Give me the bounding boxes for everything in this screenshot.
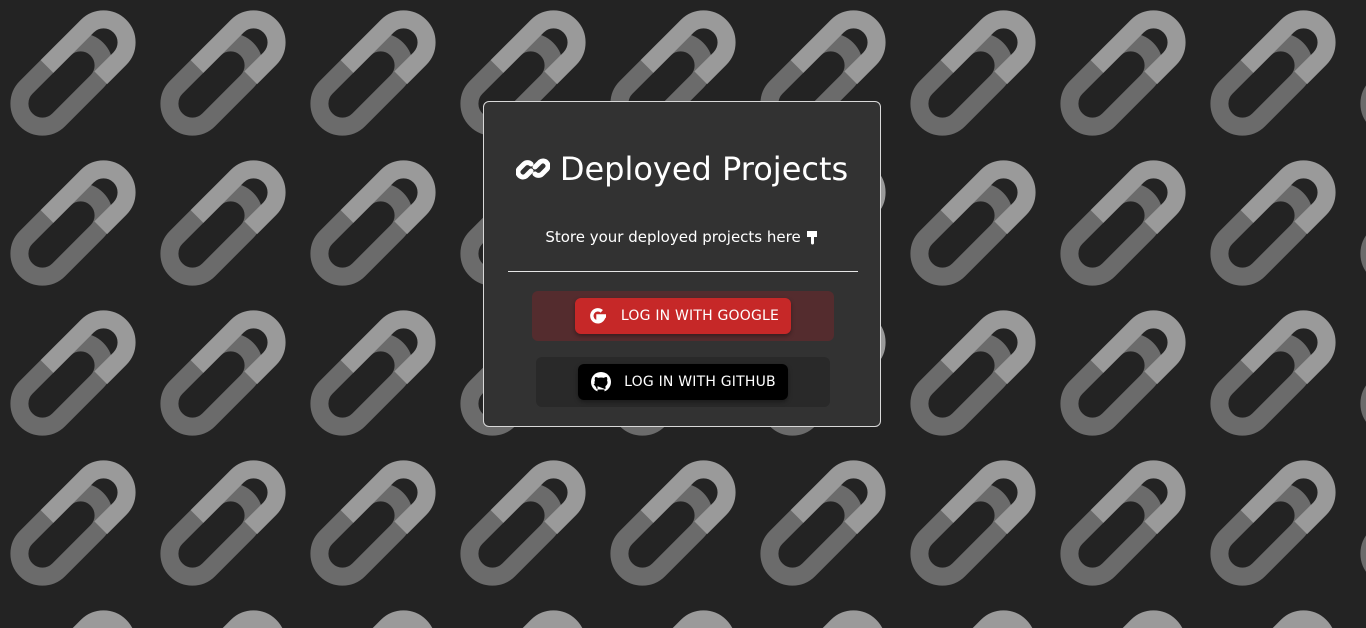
- subtitle-text: Store your deployed projects here: [545, 228, 801, 246]
- github-login-button[interactable]: LOG IN WITH GITHUB: [578, 364, 788, 400]
- github-button-wrapper: LOG IN WITH GITHUB: [536, 357, 830, 407]
- divider: [508, 271, 858, 272]
- github-icon: [590, 371, 612, 393]
- google-login-button[interactable]: LOG IN WITH GOOGLE: [575, 298, 791, 334]
- google-button-wrapper: LOG IN WITH GOOGLE: [532, 291, 834, 341]
- login-card: Deployed Projects Store your deployed pr…: [483, 101, 881, 427]
- page-title: Deployed Projects: [559, 150, 849, 188]
- link-icon: [515, 152, 551, 186]
- subtitle-row: Store your deployed projects here: [484, 228, 880, 246]
- google-icon: [587, 305, 609, 327]
- google-login-label: LOG IN WITH GOOGLE: [620, 308, 780, 324]
- page-title-row: Deployed Projects: [484, 150, 880, 188]
- hand-pointing-down-icon: [805, 229, 819, 245]
- github-login-label: LOG IN WITH GITHUB: [624, 374, 776, 390]
